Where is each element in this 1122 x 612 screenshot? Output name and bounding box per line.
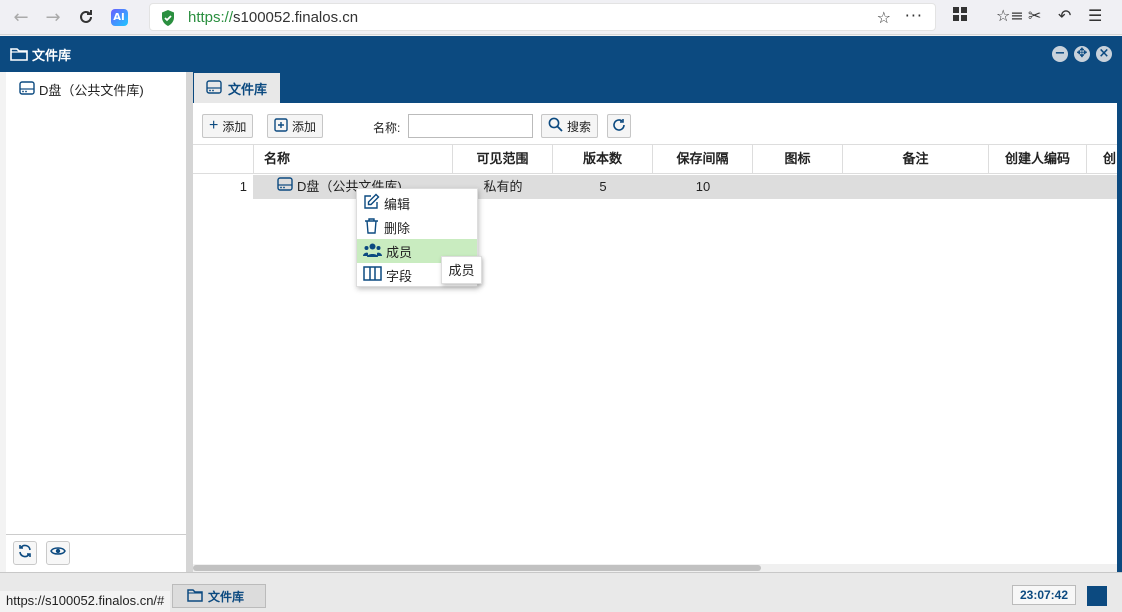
name-filter-label: 名称: bbox=[373, 121, 401, 135]
sidebar: D盘（公共文件库) bbox=[6, 72, 186, 572]
taskbar-window-label: 文件库 bbox=[208, 589, 245, 604]
sidebar-footer bbox=[6, 534, 186, 572]
ai-badge: AI bbox=[110, 8, 128, 26]
add-child-button[interactable]: 添加 bbox=[267, 114, 324, 138]
column-name[interactable]: 名称 bbox=[253, 145, 453, 174]
folder-icon bbox=[10, 46, 28, 65]
column-rownum bbox=[193, 145, 253, 174]
menu-item-label: 删除 bbox=[384, 220, 411, 236]
name-filter-input[interactable] bbox=[408, 114, 533, 138]
ai-icon[interactable]: AI bbox=[106, 4, 132, 30]
column-creator-code[interactable]: 创建人编码 bbox=[989, 145, 1087, 174]
drive-icon bbox=[206, 79, 222, 97]
tooltip: 成员 bbox=[441, 256, 482, 284]
url-text: https://s100052.finalos.cn bbox=[188, 9, 358, 26]
row-versions: 5 bbox=[599, 179, 607, 194]
folder-icon bbox=[187, 588, 203, 605]
horizontal-scrollbar[interactable] bbox=[193, 564, 1117, 572]
table-row[interactable]: 1 D盘（公共文件库) 私有的 5 10 bbox=[193, 175, 1117, 199]
apps-grid-icon[interactable] bbox=[952, 6, 968, 26]
app-titlebar: 文件库 − ✥ × bbox=[0, 36, 1122, 72]
reload-icon[interactable] bbox=[73, 4, 99, 30]
scrollbar-thumb[interactable] bbox=[193, 565, 761, 571]
minimize-icon[interactable]: − bbox=[1052, 46, 1068, 62]
column-visibility[interactable]: 可见范围 bbox=[453, 145, 553, 174]
menu-item-label: 字段 bbox=[386, 268, 413, 284]
eye-icon bbox=[50, 545, 66, 561]
tree-item-label: D盘（公共文件库) bbox=[39, 83, 144, 98]
url-host: s100052.finalos.cn bbox=[233, 9, 359, 26]
drive-icon bbox=[277, 175, 293, 199]
search-button-label: 搜索 bbox=[567, 119, 592, 134]
column-versions[interactable]: 版本数 bbox=[553, 145, 653, 174]
tab-file-library[interactable]: 文件库 bbox=[194, 73, 280, 103]
favorites-list-icon[interactable]: ☆≡ bbox=[996, 6, 1024, 25]
trash-icon bbox=[363, 217, 380, 237]
app-title: 文件库 bbox=[32, 48, 72, 63]
tree-item-d-drive[interactable]: D盘（公共文件库) bbox=[19, 80, 144, 99]
shield-icon bbox=[160, 9, 176, 31]
menu-item-delete[interactable]: 删除 bbox=[357, 215, 477, 239]
column-icon[interactable]: 图标 bbox=[753, 145, 843, 174]
close-icon[interactable]: × bbox=[1096, 46, 1112, 62]
taskbar: 文件库 https://s100052.finalos.cn/# 23:07:4… bbox=[0, 572, 1122, 612]
search-button[interactable]: 搜索 bbox=[541, 114, 599, 138]
row-number: 1 bbox=[239, 179, 247, 194]
main-content: + 添加 添加 名称: 搜索 名称 可见范围 版本数 保存间隔 图标 备注 创建… bbox=[193, 103, 1117, 572]
bookmark-star-icon[interactable]: ☆ bbox=[877, 8, 891, 27]
add-button[interactable]: + 添加 bbox=[202, 114, 254, 138]
panel-splitter[interactable] bbox=[186, 72, 193, 572]
menu-item-edit[interactable]: 编辑 bbox=[357, 191, 477, 215]
clock: 23:07:42 bbox=[1012, 585, 1076, 605]
refresh-icon bbox=[612, 118, 626, 135]
edit-icon bbox=[363, 193, 380, 213]
add-button-label: 添加 bbox=[222, 119, 247, 134]
forward-icon[interactable]: → bbox=[40, 4, 66, 30]
drive-icon bbox=[19, 81, 35, 98]
scissors-icon[interactable]: ✂ bbox=[1028, 6, 1041, 25]
members-icon bbox=[363, 242, 382, 261]
address-bar[interactable]: https://s100052.finalos.cn ☆ ··· bbox=[149, 3, 936, 31]
row-interval: 10 bbox=[695, 179, 711, 194]
show-desktop-button[interactable] bbox=[1087, 586, 1107, 606]
add-child-button-label: 添加 bbox=[292, 119, 317, 134]
back-icon[interactable]: ← bbox=[8, 4, 34, 30]
plus-icon: + bbox=[209, 117, 219, 134]
grid-header: 名称 可见范围 版本数 保存间隔 图标 备注 创建人编码 创 bbox=[193, 144, 1117, 174]
menu-item-label: 成员 bbox=[386, 244, 413, 260]
refresh-button[interactable] bbox=[13, 541, 37, 565]
menu-item-label: 编辑 bbox=[384, 196, 411, 212]
taskbar-window-button[interactable]: 文件库 bbox=[172, 584, 266, 608]
browser-toolbar: ← → AI https://s100052.finalos.cn ☆ ··· … bbox=[0, 0, 1122, 35]
column-interval[interactable]: 保存间隔 bbox=[653, 145, 753, 174]
refresh-icon bbox=[18, 544, 32, 562]
search-icon bbox=[548, 117, 563, 135]
view-button[interactable] bbox=[46, 541, 70, 565]
plus-square-icon bbox=[274, 117, 288, 135]
status-url: https://s100052.finalos.cn/# bbox=[0, 591, 171, 612]
maximize-icon[interactable]: ✥ bbox=[1074, 46, 1090, 62]
reload-grid-button[interactable] bbox=[607, 114, 631, 138]
more-dots-icon[interactable]: ··· bbox=[905, 6, 923, 25]
column-note[interactable]: 备注 bbox=[843, 145, 989, 174]
url-protocol: https:// bbox=[188, 9, 234, 26]
columns-icon bbox=[363, 266, 382, 284]
menu-icon[interactable]: ☰ bbox=[1088, 6, 1102, 25]
column-created[interactable]: 创 bbox=[1087, 145, 1117, 174]
tab-label: 文件库 bbox=[228, 81, 268, 97]
undo-icon[interactable]: ↶ bbox=[1058, 6, 1071, 25]
